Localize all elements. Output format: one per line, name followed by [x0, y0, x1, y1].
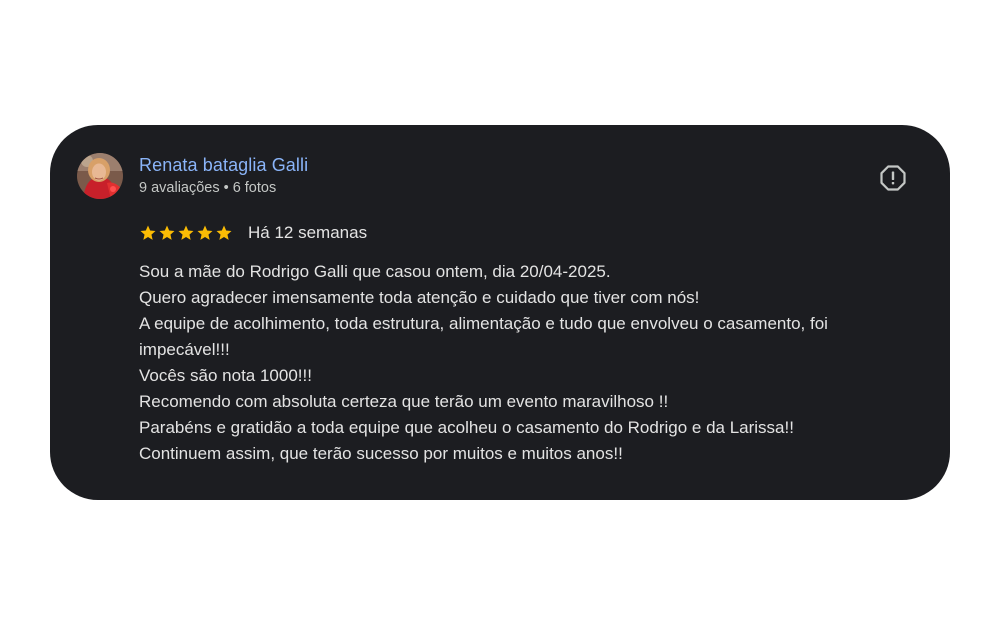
- star-icon: [216, 225, 232, 240]
- star-icon: [197, 225, 213, 240]
- reviewer-name-link[interactable]: Renata bataglia Galli: [139, 155, 308, 176]
- review-date: Há 12 semanas: [248, 223, 368, 242]
- review-text-line: Quero agradecer imensamente toda atenção…: [139, 288, 700, 307]
- report-button[interactable]: [878, 163, 908, 193]
- star-icon: [140, 225, 156, 240]
- review-text-line: A equipe de acolhimento, toda estrutura,…: [139, 314, 828, 333]
- star-rating: [139, 224, 233, 242]
- photos-count[interactable]: 6 fotos: [233, 180, 277, 196]
- reviewer-avatar[interactable]: [77, 153, 123, 199]
- meta-separator: •: [223, 180, 229, 196]
- review-text-line: Continuem assim, que terão sucesso por m…: [139, 444, 623, 463]
- review-text-line: Vocês são nota 1000!!!: [139, 366, 312, 385]
- review-text-line: impecável!!!: [139, 340, 230, 359]
- user-photo-avatar-icon: [77, 153, 123, 199]
- reviewer-meta: 9 avaliações • 6 fotos: [139, 180, 276, 196]
- rating-row: Há 12 semanas: [139, 221, 367, 245]
- review-text-line: Recomendo com absoluta certeza que terão…: [139, 392, 669, 411]
- review-text-line: Sou a mãe do Rodrigo Galli que casou ont…: [139, 262, 611, 281]
- reviews-count[interactable]: 9 avaliações: [139, 180, 220, 196]
- page: Renata bataglia Galli 9 avaliações • 6 fot…: [0, 0, 1000, 625]
- report-icon: [880, 165, 906, 191]
- review-card: Renata bataglia Galli 9 avaliações • 6 fot…: [50, 125, 950, 500]
- star-icon: [178, 225, 194, 240]
- review-text: Sou a mãe do Rodrigo Galli que casou ont…: [139, 259, 914, 467]
- review-text-line: Parabéns e gratidão a toda equipe que ac…: [139, 418, 794, 437]
- star-icon: [159, 225, 175, 240]
